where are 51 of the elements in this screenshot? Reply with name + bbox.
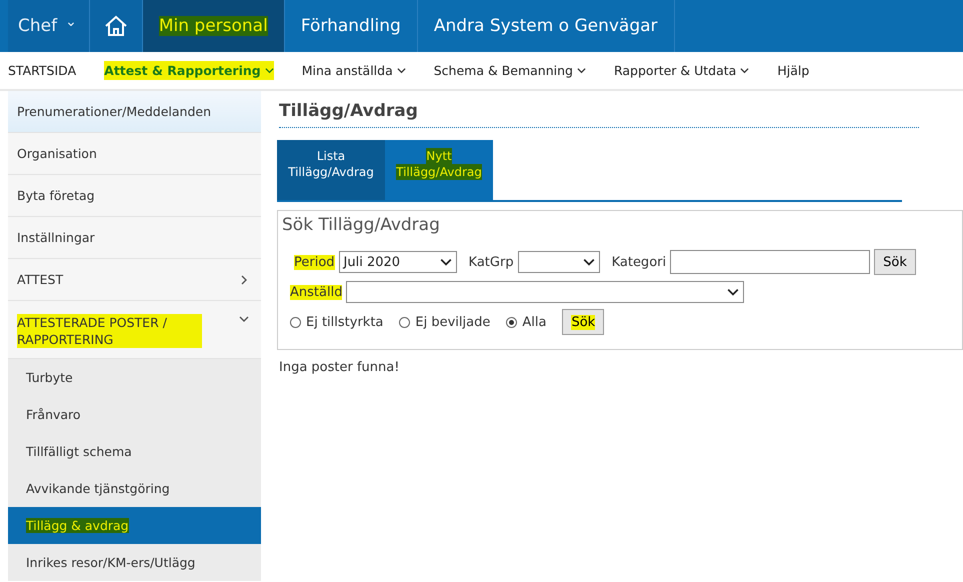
caret-icon xyxy=(582,256,595,268)
sidebar-item[interactable]: Byta företag xyxy=(8,175,261,217)
nav-menu-item[interactable]: Hjälp xyxy=(777,61,810,80)
nav-menu-item[interactable]: STARTSIDA xyxy=(8,61,76,80)
sidebar-item[interactable]: Organisation xyxy=(8,133,261,175)
field-label: Kategori xyxy=(612,254,666,270)
caret-icon xyxy=(727,286,740,298)
top-tab[interactable]: Andra System o Genvägar xyxy=(418,0,675,52)
nav-menu-item[interactable]: Attest & Rapportering xyxy=(104,61,274,80)
sidebar-subitem[interactable]: Tillägg & avdrag xyxy=(8,507,261,544)
category-search-button[interactable]: Sök xyxy=(874,249,916,275)
nav-menu-item[interactable]: Rapporter & Utdata xyxy=(614,61,750,80)
nav-menu-item[interactable]: Schema & Bemanning xyxy=(434,61,586,80)
top-tab[interactable]: Förhandling xyxy=(284,0,418,52)
sidebar-item[interactable]: Prenumerationer/Meddelanden xyxy=(8,91,261,133)
caret-icon xyxy=(264,66,274,75)
field-label: Period xyxy=(294,254,335,270)
category-input[interactable] xyxy=(670,250,870,274)
employee-dropdown[interactable] xyxy=(346,281,744,303)
page-tab[interactable]: Lista Tillägg/Avdrag xyxy=(277,140,385,200)
home-button[interactable] xyxy=(90,0,143,52)
caret-icon xyxy=(740,66,750,75)
chevron-down-icon xyxy=(239,314,249,324)
top-tab[interactable]: Min personal xyxy=(142,0,285,52)
sidebar-group[interactable]: ATTEST xyxy=(8,259,261,301)
sidebar-subitem[interactable]: Tillfälligt schema xyxy=(8,433,261,470)
chevron-right-icon xyxy=(239,274,249,284)
search-section-title: Sök Tillägg/Avdrag xyxy=(282,215,441,235)
caret-icon xyxy=(576,66,586,75)
field-label: Anställd xyxy=(290,284,342,300)
home-icon xyxy=(104,14,128,38)
sidebar-subitem[interactable]: Frånvaro xyxy=(8,396,261,433)
sidebar-group[interactable]: ATTESTERADE POSTER / RAPPORTERING xyxy=(8,301,261,359)
role-menu[interactable]: Chef ⌄ xyxy=(8,0,90,52)
sidebar-item[interactable]: Inställningar xyxy=(8,217,261,259)
page-tab[interactable]: Nytt Tillägg/Avdrag xyxy=(385,140,493,200)
filter-radio[interactable]: Ej tillstyrkta xyxy=(290,314,384,330)
nav-menu-item[interactable]: Mina anställda xyxy=(302,61,406,80)
empty-result-message: Inga poster funna! xyxy=(279,360,400,375)
sidebar-subitem[interactable]: Inrikes resor/KM-ers/Utlägg xyxy=(8,544,261,581)
caret-icon xyxy=(440,256,452,268)
sidebar-subitem[interactable]: Turbyte xyxy=(8,359,261,396)
filter-radio[interactable]: Alla xyxy=(506,314,546,330)
period-dropdown[interactable]: Juli 2020 xyxy=(338,251,457,273)
field-label: KatGrp xyxy=(468,254,514,270)
sidebar-subitem[interactable]: Avvikande tjänstgöring xyxy=(8,470,261,507)
category-group-dropdown[interactable] xyxy=(518,251,600,273)
search-button[interactable]: Sök xyxy=(562,309,604,335)
filter-radio[interactable]: Ej beviljade xyxy=(399,314,490,330)
caret-icon xyxy=(396,66,406,75)
page-title: Tillägg/Avdrag xyxy=(279,101,919,128)
